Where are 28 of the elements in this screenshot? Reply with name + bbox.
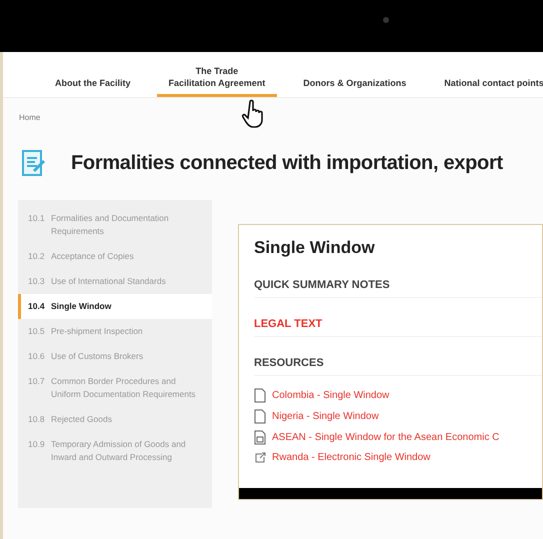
sidebar-item[interactable]: 10.9 Temporary Admission of Goods and Inward and Outward Processing bbox=[18, 432, 212, 470]
section-link[interactable]: LEGAL TEXT bbox=[254, 312, 542, 337]
section-heading: QUICK SUMMARY NOTES bbox=[254, 273, 542, 298]
sidebar-item[interactable]: 10.5 Pre-shipment Inspection bbox=[18, 319, 212, 344]
pdf-file-icon bbox=[254, 430, 266, 445]
sidebar-item[interactable]: 10.6 Use of Customs Brokers bbox=[18, 344, 212, 369]
resource-link[interactable]: Rwanda - Electronic Single Window bbox=[272, 451, 430, 464]
sidebar-item[interactable]: 10.1 Formalities and Documentation Requirements bbox=[18, 206, 212, 244]
panel-title: Single Window bbox=[254, 237, 376, 259]
document-icon bbox=[254, 409, 266, 424]
sidebar-item[interactable]: 10.4 Single Window bbox=[18, 294, 212, 319]
page-title: Formalities connected with importation, export bbox=[71, 151, 503, 176]
external-link-icon bbox=[254, 452, 266, 463]
sidebar-item[interactable]: 10.7 Common Border Procedures and Uniform Documentation Requirements bbox=[18, 369, 212, 407]
sidebar-item[interactable]: 10.2 Acceptance of Copies bbox=[18, 244, 212, 269]
sidebar-item[interactable]: 10.8 Rejected Goods bbox=[18, 407, 212, 432]
breadcrumb-link[interactable]: Home bbox=[19, 112, 40, 124]
resource-link[interactable]: ASEAN - Single Window for the Asean Economic C bbox=[272, 431, 500, 444]
nav-tab[interactable]: About the Facility bbox=[43, 77, 143, 97]
resource-link[interactable]: Nigeria - Single Window bbox=[272, 410, 379, 423]
nav-tab[interactable]: Donors & Organizations bbox=[291, 77, 418, 97]
section-heading: RESOURCES bbox=[254, 351, 542, 376]
document-icon bbox=[254, 388, 266, 403]
document-pen-icon bbox=[21, 149, 47, 177]
nav-tab[interactable]: National contact points bbox=[432, 77, 543, 97]
resource-link[interactable]: Colombia - Single Window bbox=[272, 389, 390, 402]
nav-tab[interactable]: The Trade Facilitation Agreement bbox=[156, 65, 278, 97]
sidebar-item[interactable]: 10.3 Use of International Standards bbox=[18, 269, 212, 294]
